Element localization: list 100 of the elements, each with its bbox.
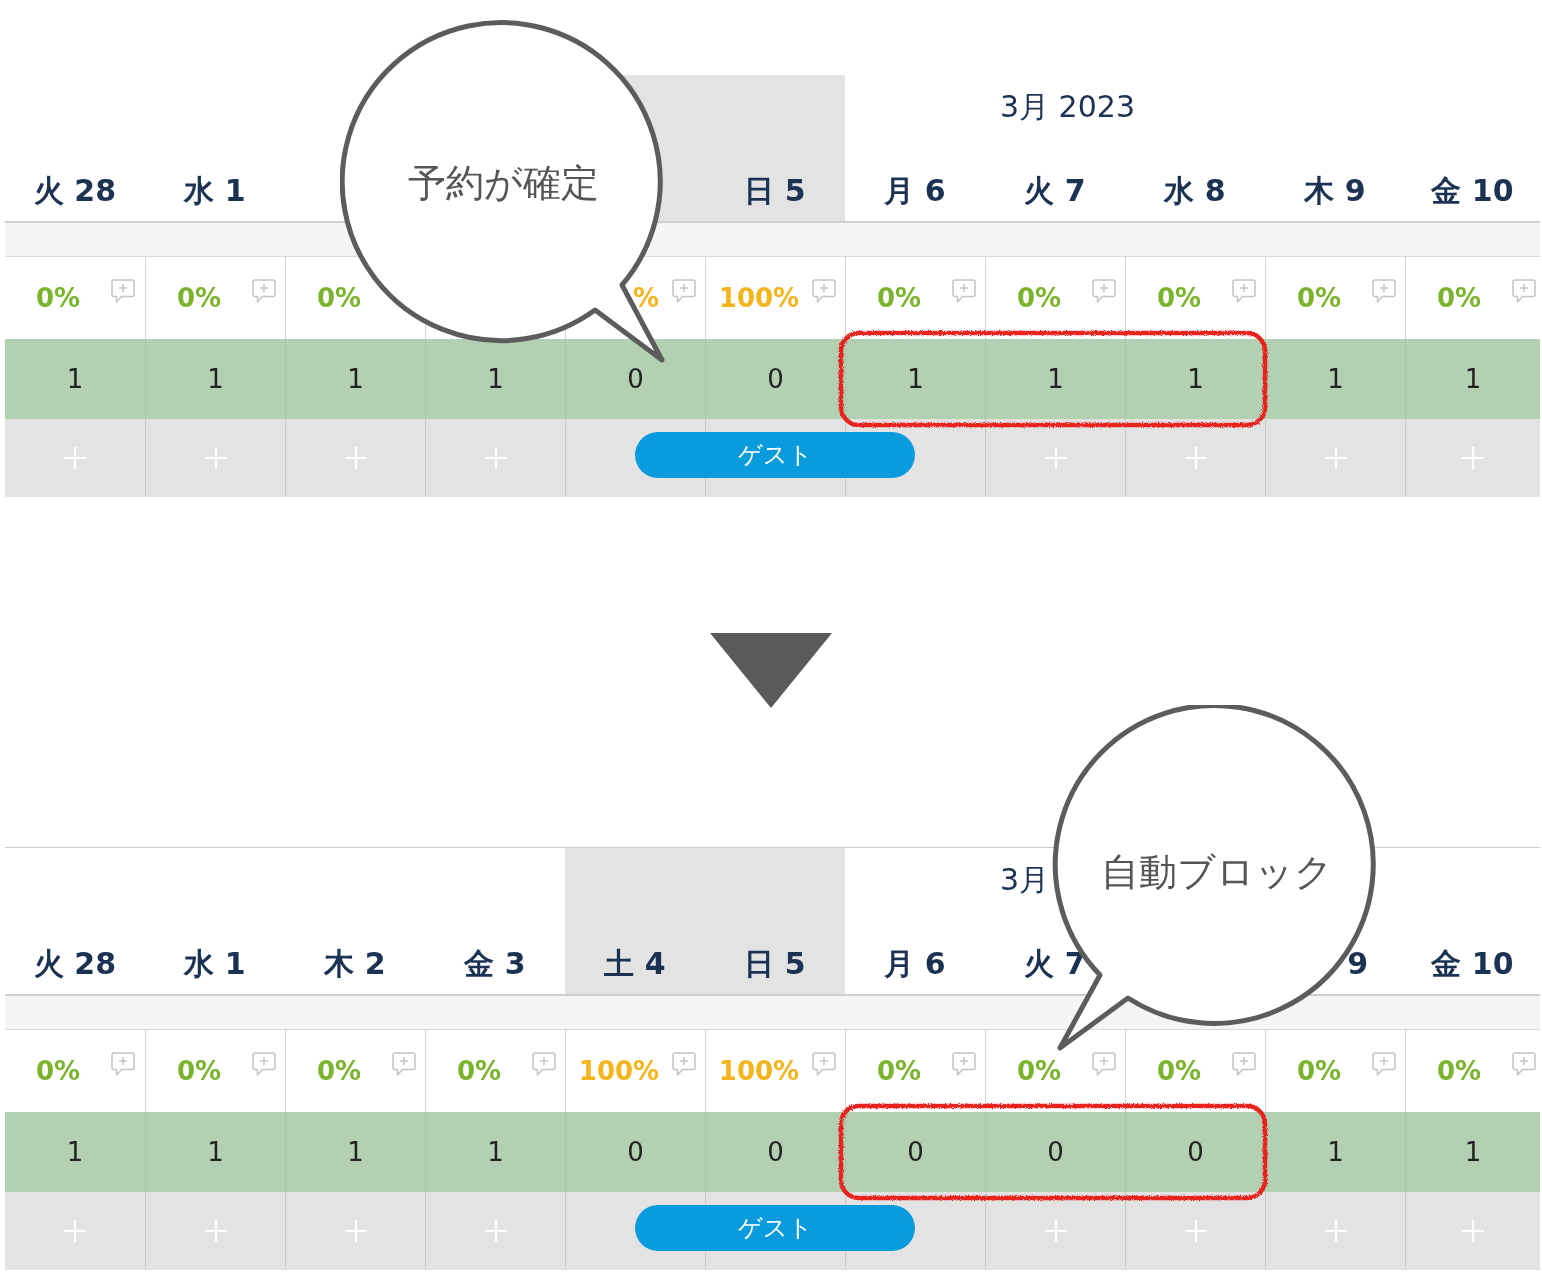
note-add-icon[interactable]: [252, 1052, 276, 1077]
day-label: 火 28: [33, 946, 117, 982]
plus-icon[interactable]: [1184, 447, 1207, 469]
plus-icon[interactable]: [1044, 1220, 1067, 1242]
day-label: 月 6: [884, 946, 946, 982]
note-add-icon[interactable]: [111, 279, 135, 304]
occupancy-rate: 100%: [718, 282, 800, 314]
availability-cell: 1: [285, 1112, 425, 1192]
plus-icon[interactable]: [1462, 447, 1484, 469]
availability-cell: 1: [5, 339, 145, 419]
callout-text: 予約が確定: [407, 160, 599, 206]
note-add-icon[interactable]: [952, 1052, 976, 1077]
occupancy-rate: 0%: [316, 1055, 362, 1087]
day-label: 木 2: [324, 946, 386, 982]
occupancy-rate: 0%: [1296, 1055, 1342, 1087]
occupancy-rate: 0%: [1156, 1055, 1202, 1087]
day-label: 金 10: [1431, 946, 1514, 982]
occupancy-rate: 100%: [578, 1055, 660, 1087]
availability-cell: 1: [1265, 339, 1405, 419]
note-add-icon[interactable]: [1512, 1052, 1536, 1077]
occupancy-rate: 0%: [1296, 282, 1342, 314]
note-add-icon[interactable]: [252, 279, 276, 304]
availability-cell: 0: [565, 1112, 705, 1192]
day-label: 日 5: [744, 173, 806, 209]
booking-bar[interactable]: ゲスト: [635, 432, 915, 478]
occupancy-rate: 0%: [876, 282, 922, 314]
day-label: 土 4: [604, 946, 666, 982]
day-label: 水 1: [184, 946, 246, 982]
occupancy-rate: 0%: [316, 282, 362, 314]
down-arrow-icon: [710, 633, 832, 708]
availability-cell: 1: [425, 1112, 565, 1192]
occupancy-rate: 0%: [35, 1055, 81, 1087]
availability-cell: 0: [845, 1112, 985, 1192]
note-add-icon[interactable]: [812, 1052, 836, 1077]
plus-icon[interactable]: [1462, 1220, 1484, 1242]
note-add-icon[interactable]: [672, 279, 696, 304]
note-add-icon[interactable]: [1372, 279, 1396, 304]
day-label: 火 7: [1024, 173, 1086, 209]
plus-icon[interactable]: [484, 1220, 507, 1242]
day-label: 水 8: [1164, 173, 1226, 209]
plus-icon[interactable]: [484, 447, 507, 469]
note-add-icon[interactable]: [111, 1052, 135, 1077]
availability-cell: 0: [985, 1112, 1125, 1192]
occupancy-rate: 0%: [1016, 282, 1062, 314]
occupancy-rate: 0%: [35, 282, 81, 314]
note-add-icon[interactable]: [1232, 1052, 1256, 1077]
occupancy-rate: 0%: [456, 1055, 502, 1087]
day-label: 9: [1347, 946, 1368, 982]
availability-cell: 0: [705, 339, 845, 419]
plus-icon[interactable]: [204, 447, 227, 469]
availability-cell: 1: [5, 1112, 145, 1192]
availability-cell: 1: [285, 339, 425, 419]
day-label: 金 10: [1431, 173, 1514, 209]
occupancy-rate: 0%: [1016, 1055, 1062, 1087]
booking-bar[interactable]: ゲスト: [635, 1205, 915, 1251]
day-label: 月 6: [884, 173, 946, 209]
note-add-icon[interactable]: [1092, 1052, 1116, 1077]
occupancy-rate: 0%: [1436, 1055, 1482, 1087]
availability-cell: 1: [145, 1112, 285, 1192]
plus-icon[interactable]: [344, 1220, 367, 1242]
availability-cell: 1: [845, 339, 985, 419]
day-label: 火 28: [33, 173, 117, 209]
availability-cell: 0: [1125, 1112, 1265, 1192]
callout-text: 自動ブロック: [1101, 849, 1333, 895]
plus-icon[interactable]: [1324, 1220, 1347, 1242]
note-add-icon[interactable]: [952, 279, 976, 304]
availability-cell: 1: [1125, 339, 1265, 419]
note-add-icon[interactable]: [812, 279, 836, 304]
note-add-icon[interactable]: [532, 1052, 556, 1077]
day-label: 金 3: [464, 946, 526, 982]
occupancy-rate: 0%: [1436, 282, 1482, 314]
note-add-icon[interactable]: [1512, 279, 1536, 304]
availability-cell: 0: [565, 339, 705, 419]
occupancy-rate: 0%: [876, 1055, 922, 1087]
plus-icon[interactable]: [64, 447, 86, 469]
note-add-icon[interactable]: [1372, 1052, 1396, 1077]
plus-icon[interactable]: [1184, 1220, 1207, 1242]
plus-icon[interactable]: [64, 1220, 86, 1242]
note-add-icon[interactable]: [392, 1052, 416, 1077]
day-label: 木 9: [1304, 173, 1366, 209]
availability-cell: 1: [425, 339, 565, 419]
plus-icon[interactable]: [344, 447, 367, 469]
availability-cell: 0: [705, 1112, 845, 1192]
month-title: 3月 2023: [1000, 89, 1135, 125]
day-label: 日 5: [744, 946, 806, 982]
availability-cell: 1: [1405, 1112, 1540, 1192]
occupancy-rate: 0%: [176, 282, 222, 314]
note-add-icon[interactable]: [1092, 279, 1116, 304]
occupancy-rate: 0%: [176, 1055, 222, 1087]
day-label: 水 1: [184, 173, 246, 209]
plus-icon[interactable]: [1324, 447, 1347, 469]
availability-cell: 1: [1265, 1112, 1405, 1192]
plus-icon[interactable]: [204, 1220, 227, 1242]
note-add-icon[interactable]: [1232, 279, 1256, 304]
availability-cell: 1: [985, 339, 1125, 419]
month-title: 3月: [1000, 862, 1050, 898]
occupancy-rate: 100%: [718, 1055, 800, 1087]
occupancy-rate: %: [632, 282, 659, 314]
note-add-icon[interactable]: [672, 1052, 696, 1077]
plus-icon[interactable]: [1044, 447, 1067, 469]
